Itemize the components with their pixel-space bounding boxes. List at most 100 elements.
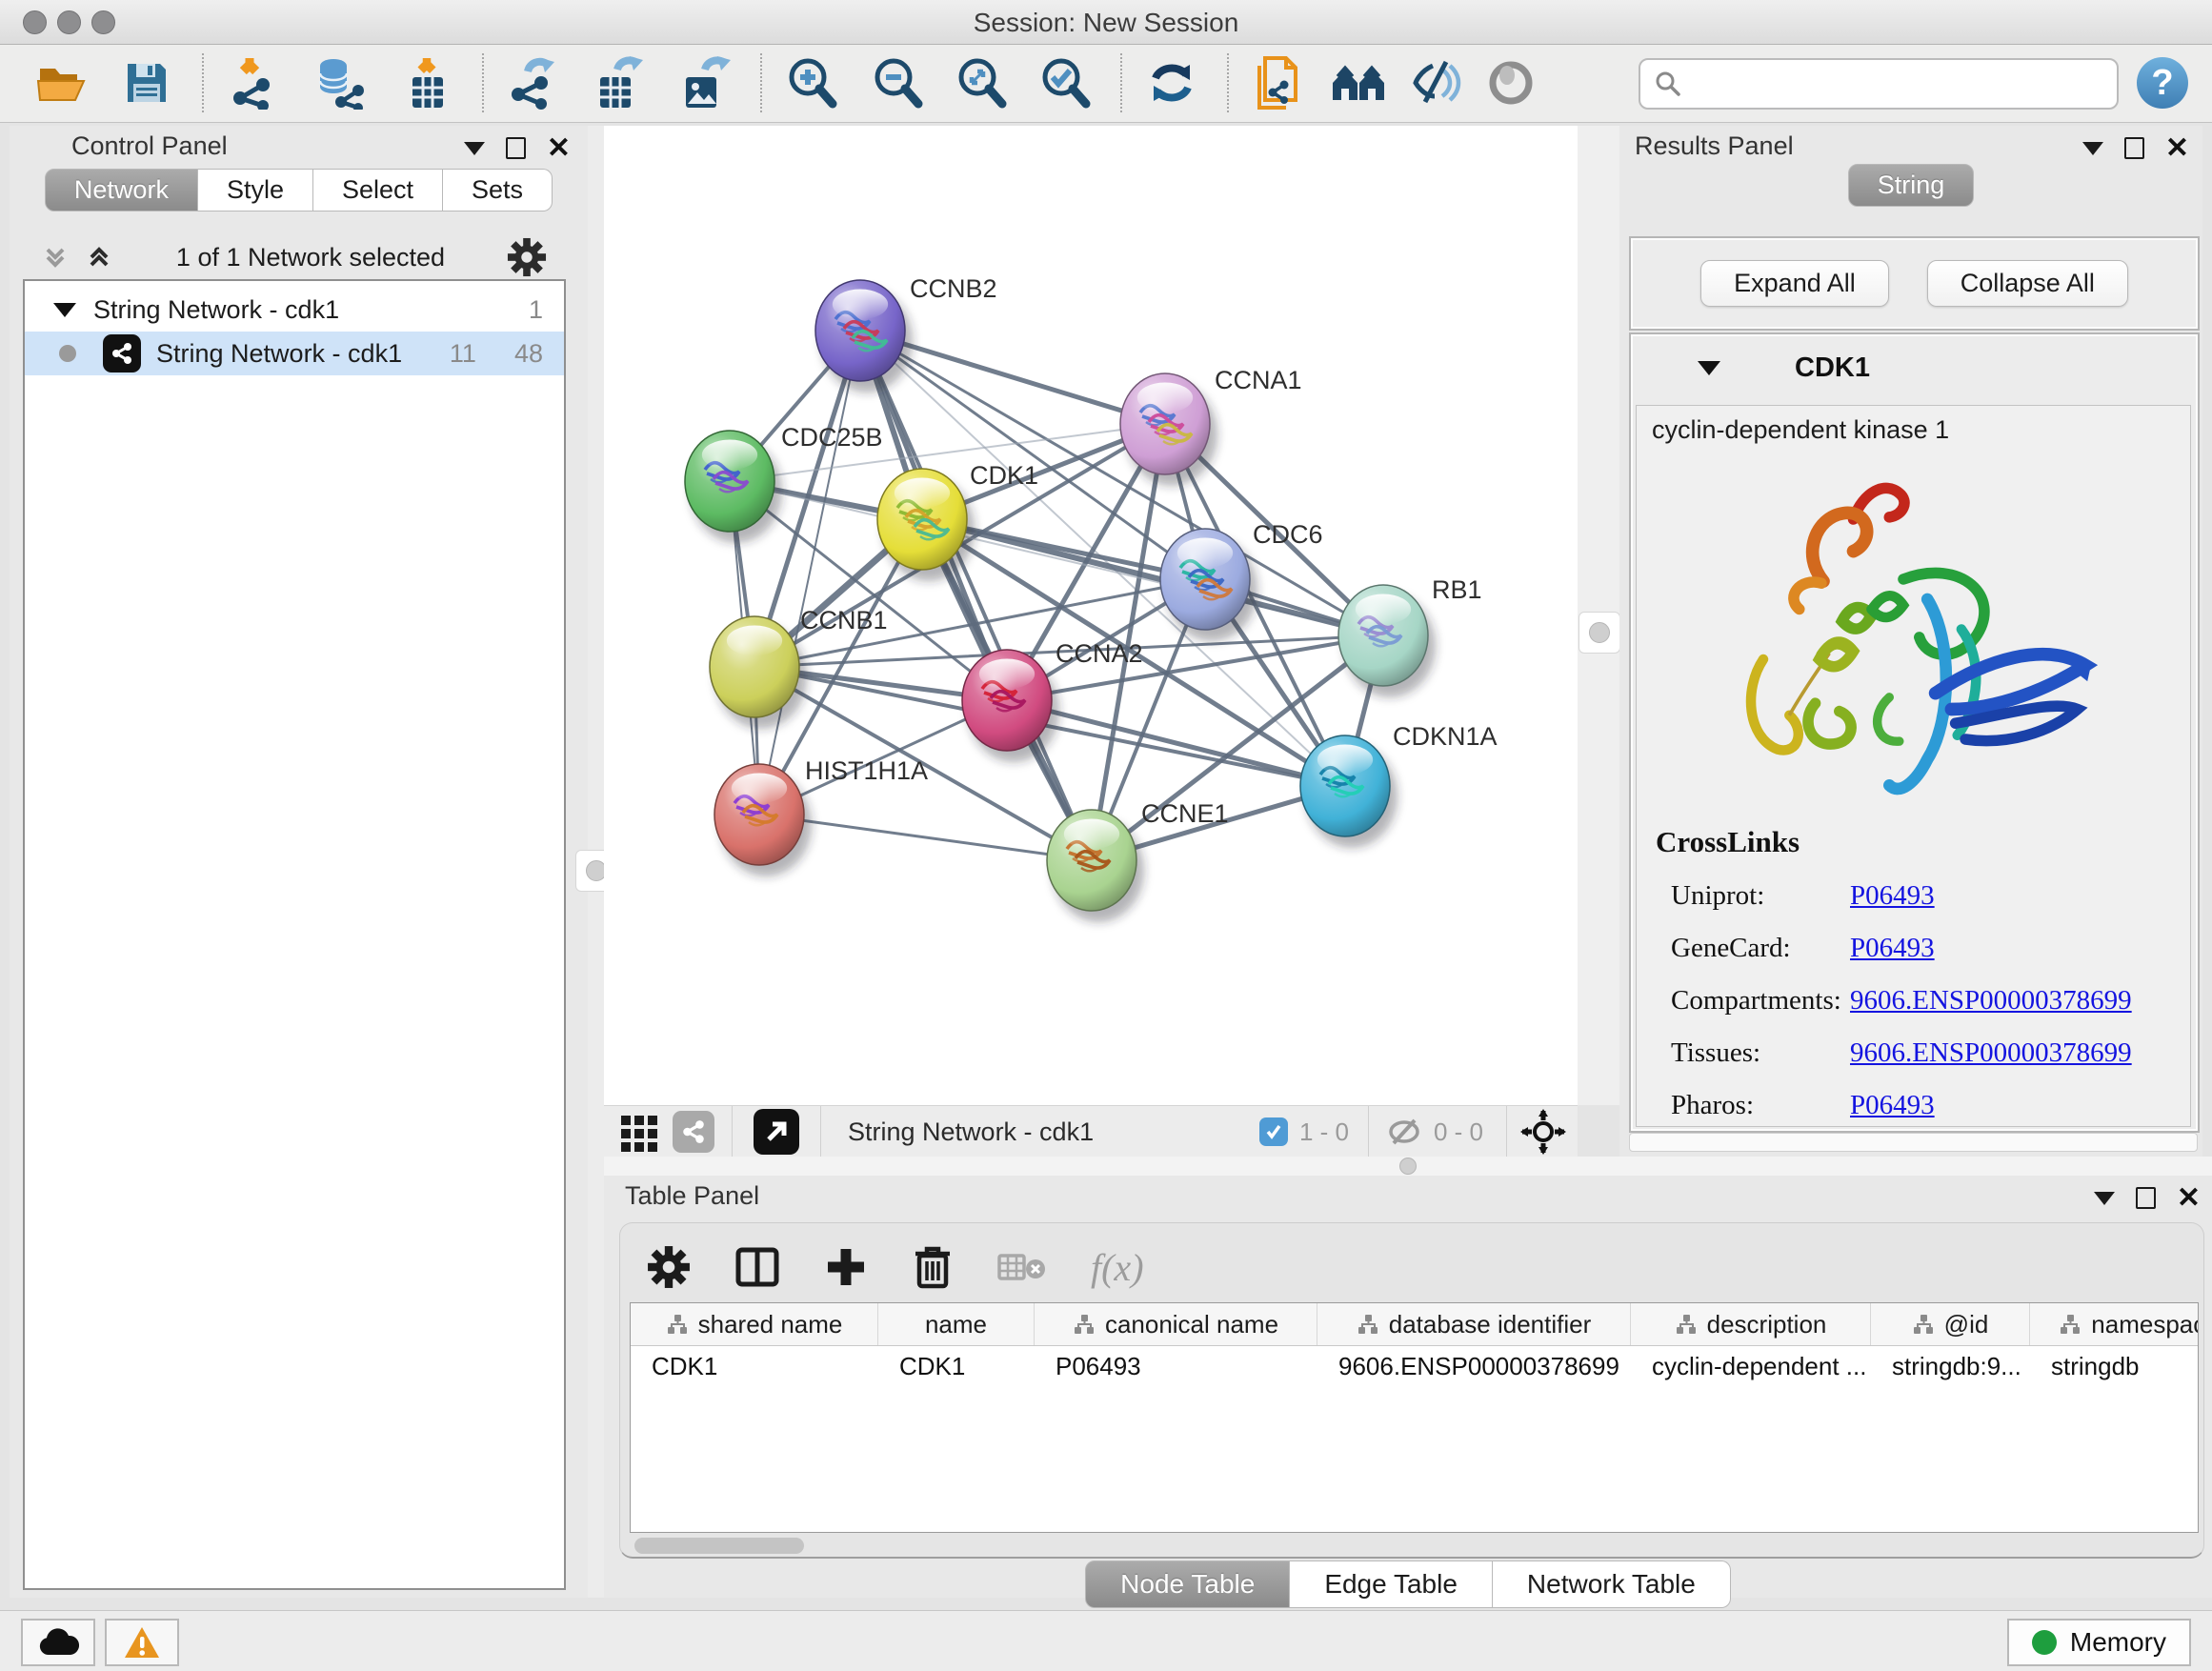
- enhanced-graphics-hide-button[interactable]: [1408, 54, 1465, 111]
- column-header-database-identifier[interactable]: database identifier: [1317, 1303, 1631, 1345]
- zoom-selected-button[interactable]: [1036, 54, 1094, 111]
- tab-style[interactable]: Style: [198, 169, 313, 211]
- crosslink-value-link[interactable]: P06493: [1850, 880, 1935, 912]
- tree-expander-icon[interactable]: [53, 303, 76, 317]
- import-table-file-button[interactable]: [398, 54, 455, 111]
- birds-eye-icon[interactable]: [1520, 1109, 1566, 1155]
- table-cell[interactable]: P06493: [1035, 1346, 1317, 1386]
- show-columns-icon[interactable]: [734, 1244, 780, 1290]
- column-header-description[interactable]: description: [1631, 1303, 1871, 1345]
- network-node-CCNE1[interactable]: [1047, 810, 1144, 922]
- expand-all-icon[interactable]: [84, 242, 114, 272]
- tab-network[interactable]: Network: [45, 169, 198, 211]
- table-cell[interactable]: 9606.ENSP00000378699: [1317, 1346, 1631, 1386]
- table-cell[interactable]: stringdb:9...: [1871, 1346, 2030, 1386]
- export-image-button[interactable]: [676, 54, 734, 111]
- selected-checkbox-icon[interactable]: [1259, 1117, 1288, 1146]
- network-node-CDC6[interactable]: [1160, 529, 1257, 641]
- panel-menu-icon[interactable]: [2094, 1192, 2115, 1205]
- export-network-button[interactable]: [505, 54, 562, 111]
- export-table-button[interactable]: [591, 54, 648, 111]
- crosslink-value-link[interactable]: 9606.ENSP00000378699: [1850, 1037, 2132, 1069]
- collapse-all-button[interactable]: Collapse All: [1927, 260, 2128, 307]
- tab-sets[interactable]: Sets: [443, 169, 553, 211]
- warnings-button[interactable]: [105, 1619, 179, 1666]
- entry-expander-icon[interactable]: [1698, 361, 1720, 375]
- panel-float-icon[interactable]: [2124, 137, 2144, 159]
- panel-float-icon[interactable]: [506, 137, 526, 159]
- save-session-button[interactable]: [118, 54, 175, 111]
- gear-icon[interactable]: [507, 237, 547, 277]
- tab-edge-table[interactable]: Edge Table: [1290, 1560, 1493, 1608]
- network-node-RB1[interactable]: [1338, 585, 1436, 697]
- vertical-splitter-right[interactable]: [1578, 126, 1619, 1105]
- zoom-fit-button[interactable]: [953, 54, 1010, 111]
- table-row[interactable]: CDK1CDK1P064939606.ENSP00000378699cyclin…: [631, 1346, 2198, 1386]
- gear-icon[interactable]: [647, 1245, 691, 1289]
- table-cell[interactable]: cyclin-dependent ...: [1631, 1346, 1871, 1386]
- cloud-button[interactable]: [21, 1619, 95, 1666]
- zoom-out-button[interactable]: [869, 54, 926, 111]
- network-node-CCNB2[interactable]: [815, 280, 913, 393]
- memory-button[interactable]: Memory: [2007, 1619, 2191, 1666]
- column-header-namespace[interactable]: namespace: [2030, 1303, 2199, 1345]
- entry-header[interactable]: CDK1: [1631, 334, 2198, 401]
- column-header-canonical-name[interactable]: canonical name: [1035, 1303, 1317, 1345]
- column-header-name[interactable]: name: [878, 1303, 1035, 1345]
- grid-mode-icon[interactable]: [619, 1112, 659, 1152]
- network-row-selected[interactable]: String Network - cdk1 11 48: [25, 332, 564, 375]
- crosslink-value-link[interactable]: 9606.ENSP00000378699: [1850, 985, 2132, 1017]
- vertical-splitter[interactable]: [588, 126, 604, 1598]
- crosslink-value-link[interactable]: P06493: [1850, 933, 1935, 964]
- tab-network-table[interactable]: Network Table: [1493, 1560, 1731, 1608]
- collapse-all-icon[interactable]: [40, 242, 70, 272]
- expand-all-button[interactable]: Expand All: [1700, 260, 1889, 307]
- import-network-database-button[interactable]: [311, 54, 368, 111]
- column-header--id[interactable]: @id: [1871, 1303, 2030, 1345]
- detach-view-icon[interactable]: [754, 1109, 799, 1155]
- panel-menu-icon[interactable]: [464, 142, 485, 155]
- results-scrollbar[interactable]: [1629, 1133, 2198, 1152]
- help-button[interactable]: ?: [2134, 54, 2191, 111]
- panel-close-icon[interactable]: ✕: [2177, 1189, 2201, 1208]
- entry-gene-name: CDK1: [1795, 352, 1870, 384]
- network-graph[interactable]: CCNB2CCNA1CDC25BCDK1CDC6RB1CCNB1CCNA2CDK…: [604, 126, 1578, 1105]
- tab-select[interactable]: Select: [313, 169, 443, 211]
- network-node-CCNA1[interactable]: [1120, 373, 1217, 486]
- network-node-CDC25B[interactable]: [685, 431, 782, 543]
- splitter-handle-icon[interactable]: [1589, 622, 1610, 643]
- network-node-CDK1[interactable]: [877, 469, 975, 581]
- crosslink-value-link[interactable]: P06493: [1850, 1090, 1935, 1121]
- hidden-eye-icon[interactable]: [1386, 1117, 1422, 1147]
- string-home-button[interactable]: [1330, 54, 1387, 111]
- add-column-icon[interactable]: [824, 1245, 868, 1289]
- apply-layout-button[interactable]: [1143, 54, 1200, 111]
- string-protein-query-button[interactable]: [1250, 54, 1307, 111]
- horizontal-splitter[interactable]: [604, 1157, 2212, 1176]
- network-node-CCNA2[interactable]: [962, 650, 1059, 762]
- network-node-CDKN1A[interactable]: [1300, 735, 1398, 848]
- table-cell[interactable]: stringdb: [2030, 1346, 2199, 1386]
- panel-float-icon[interactable]: [2136, 1187, 2156, 1209]
- tab-node-table[interactable]: Node Table: [1085, 1560, 1290, 1608]
- panel-menu-icon[interactable]: [2082, 142, 2103, 155]
- table-horizontal-scrollbar[interactable]: [634, 1538, 804, 1554]
- zoom-in-button[interactable]: [783, 54, 840, 111]
- open-session-button[interactable]: [32, 54, 90, 111]
- panel-close-icon[interactable]: ✕: [2165, 139, 2189, 158]
- network-icon-gray[interactable]: [673, 1111, 714, 1153]
- search-field[interactable]: [1639, 58, 2119, 110]
- network-node-HIST1H1A[interactable]: [714, 764, 812, 876]
- enhanced-graphics-show-button[interactable]: [1482, 54, 1539, 111]
- delete-column-icon[interactable]: [912, 1244, 954, 1290]
- network-collection-row[interactable]: String Network - cdk1 1: [25, 288, 564, 332]
- panel-close-icon[interactable]: ✕: [547, 139, 571, 158]
- column-header-shared-name[interactable]: shared name: [631, 1303, 878, 1345]
- splitter-handle-icon[interactable]: [1399, 1158, 1417, 1175]
- import-network-file-button[interactable]: [225, 54, 282, 111]
- table-cell[interactable]: CDK1: [878, 1346, 1035, 1386]
- table-cell[interactable]: CDK1: [631, 1346, 878, 1386]
- search-input[interactable]: [1690, 64, 2117, 104]
- tab-string[interactable]: String: [1848, 164, 1975, 207]
- network-canvas[interactable]: CCNB2CCNA1CDC25BCDK1CDC6RB1CCNB1CCNA2CDK…: [604, 126, 1578, 1105]
